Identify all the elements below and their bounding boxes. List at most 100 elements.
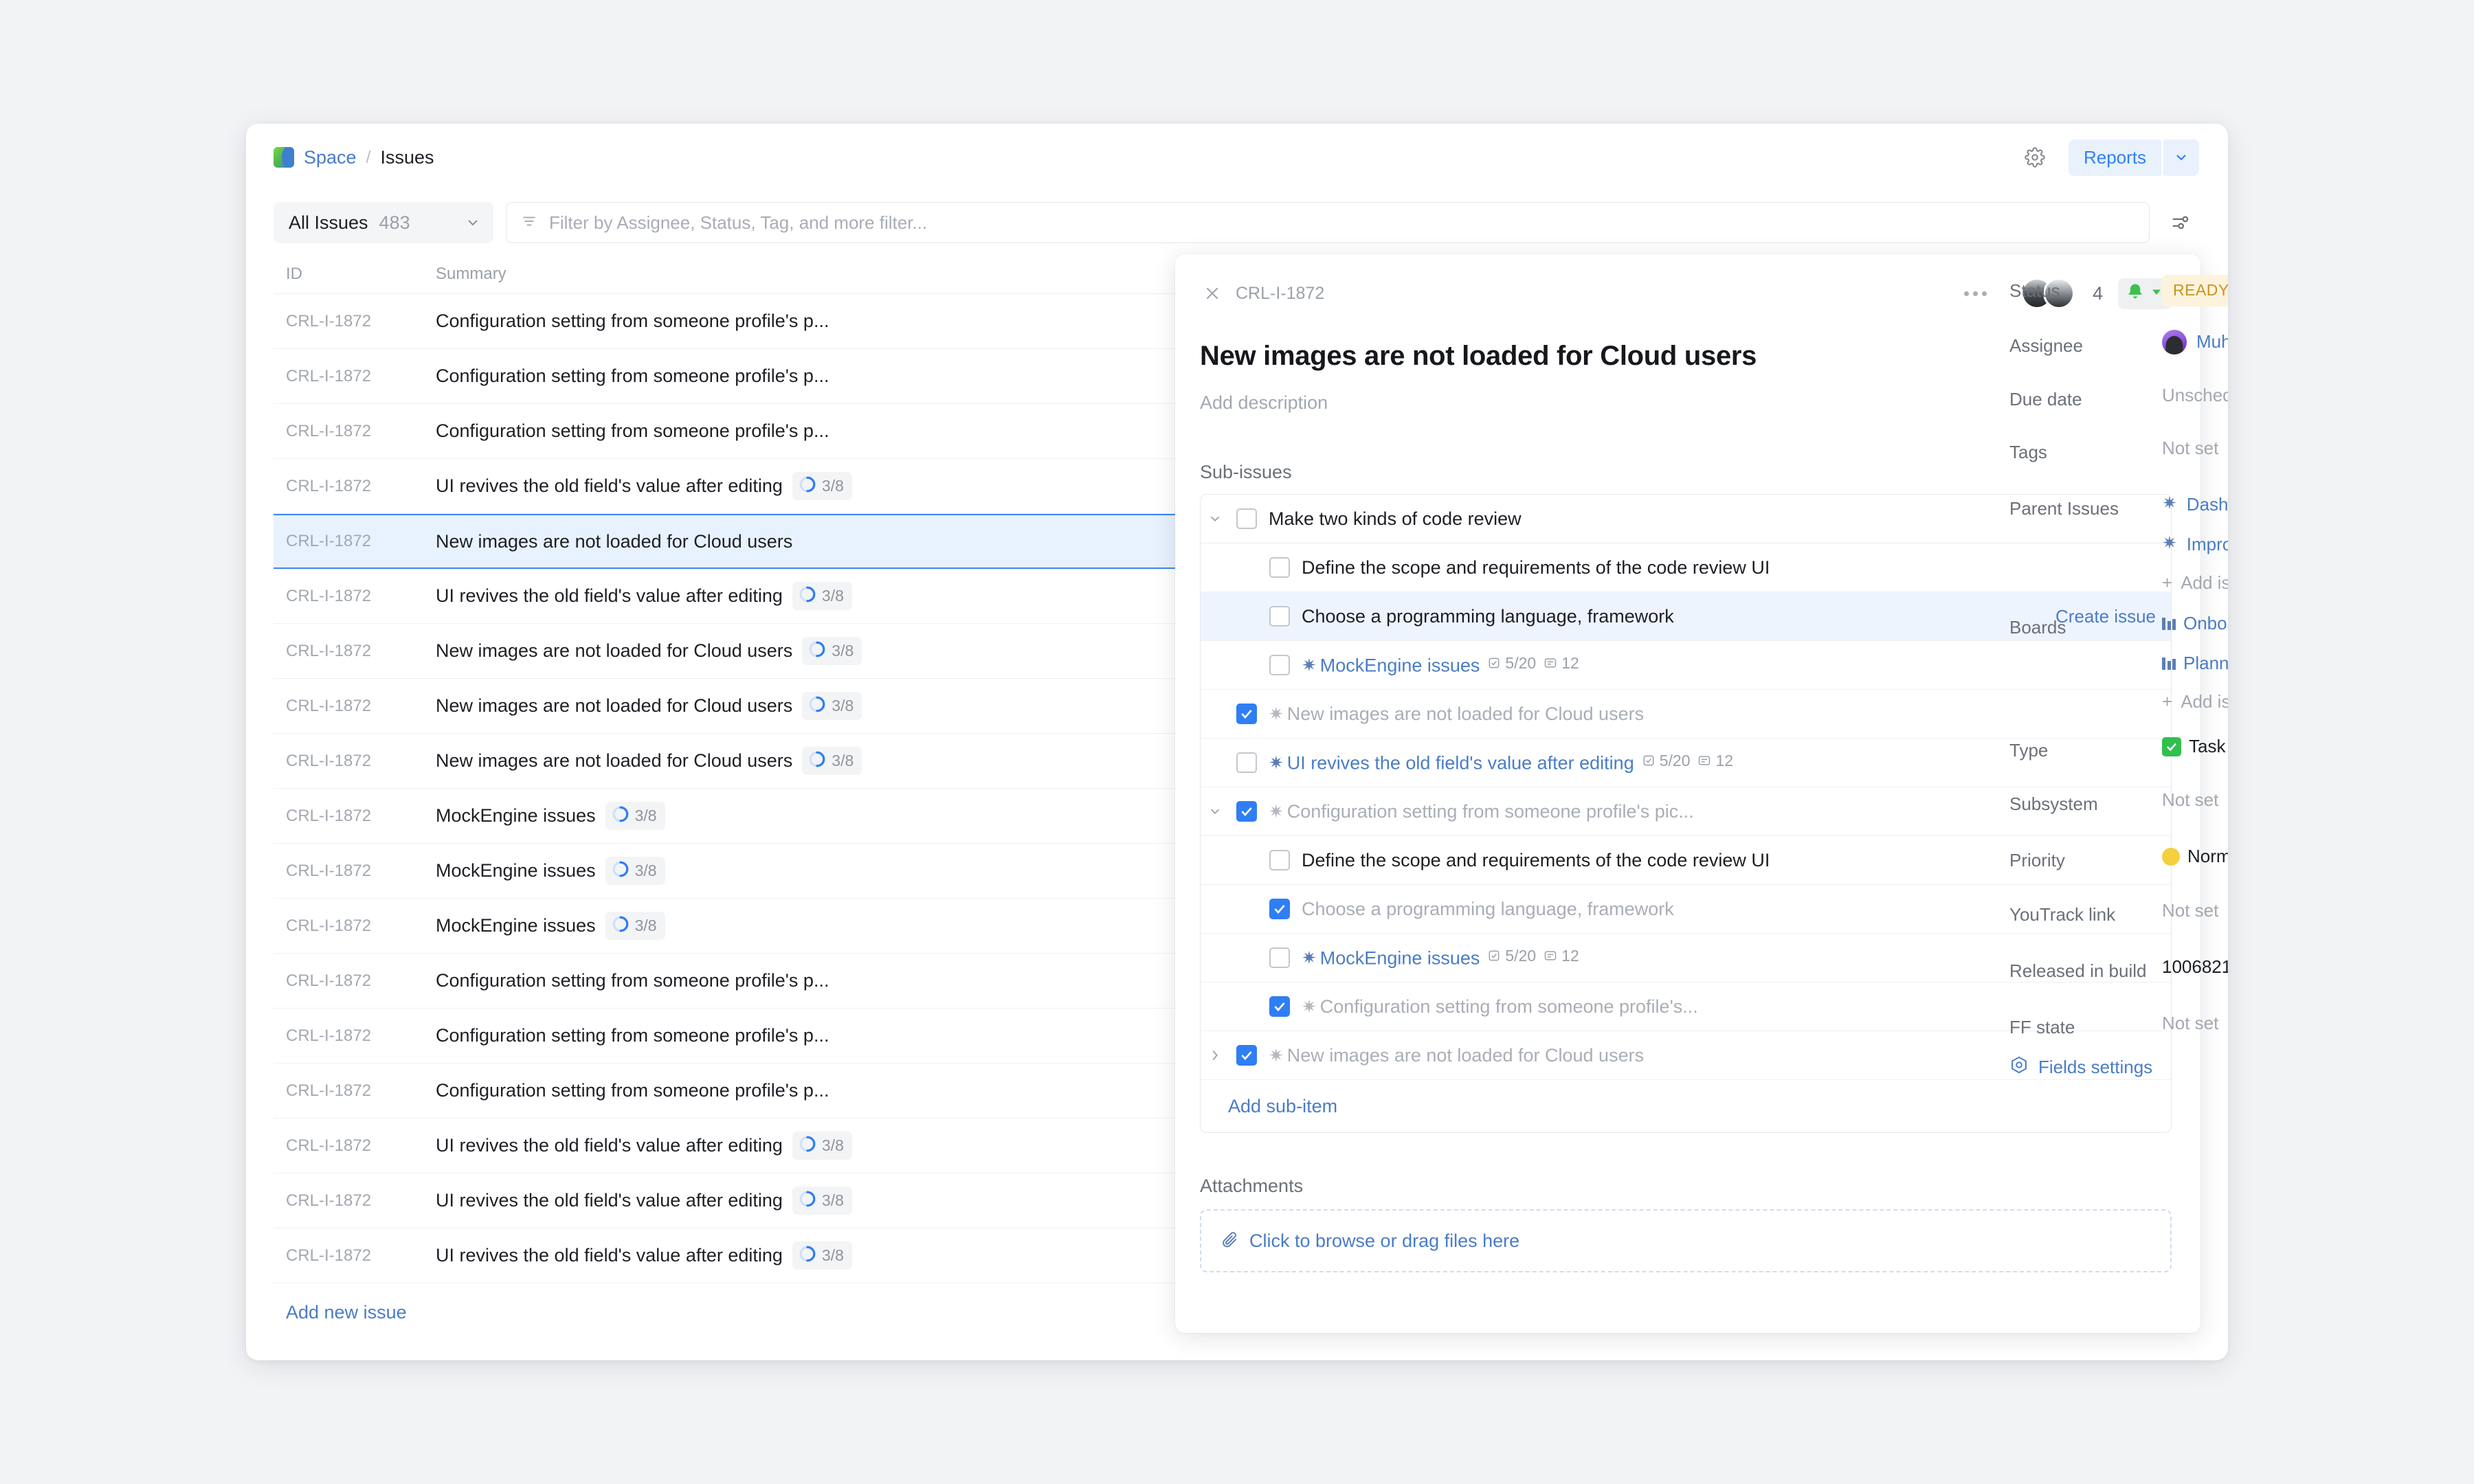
table-row[interactable]: CRL-I-1872Configuration setting from som…: [274, 1009, 1181, 1064]
field-label-assignee: Assignee: [2009, 330, 2162, 359]
row-summary: Configuration setting from someone profi…: [436, 1025, 829, 1046]
status-badge[interactable]: READY TO DEV: [2162, 275, 2228, 306]
subissue-checkbox[interactable]: [1236, 1045, 1257, 1066]
board-label: Onboarding: [2183, 611, 2228, 636]
assignee-value[interactable]: Muhannad Helvaci: [2162, 330, 2228, 355]
field-label-status: Status: [2009, 275, 2162, 306]
tags-value[interactable]: Not set: [2162, 436, 2218, 465]
search-input[interactable]: Filter by Assignee, Status, Tag, and mor…: [506, 202, 2150, 243]
row-issue-id: CRL-I-1872: [286, 971, 436, 991]
table-row[interactable]: CRL-I-1872UI revives the old field's val…: [274, 459, 1181, 514]
breadcrumb-space-link[interactable]: Space: [304, 147, 357, 168]
asterisk-icon: ✷: [2162, 532, 2177, 554]
board-item[interactable]: Onboarding: [2162, 611, 2228, 636]
column-header-summary: Summary: [436, 265, 506, 284]
add-board-button[interactable]: + Add issue: [2162, 691, 2228, 712]
priority-dot-icon: [2162, 848, 2180, 866]
gear-icon[interactable]: [2020, 143, 2049, 172]
subissue-checkbox[interactable]: [1269, 899, 1290, 919]
subissue-checks-count: 5/20: [1505, 947, 1536, 965]
progress-ring-icon: [808, 695, 826, 717]
table-row[interactable]: CRL-I-1872New images are not loaded for …: [274, 514, 1181, 569]
add-new-issue-row[interactable]: Add new issue: [274, 1283, 1181, 1341]
chevron-right-icon[interactable]: [1201, 1048, 1229, 1063]
type-value[interactable]: Task: [2162, 734, 2225, 759]
subissue-checkbox[interactable]: [1269, 850, 1290, 870]
reports-dropdown-chevron-down-icon[interactable]: [2163, 139, 2199, 176]
subissue-comments-meta: 12: [1544, 947, 1579, 965]
subissue-checkbox[interactable]: [1269, 606, 1290, 627]
table-row[interactable]: CRL-I-1872MockEngine issues3/8: [274, 789, 1181, 844]
table-row[interactable]: CRL-I-1872UI revives the old field's val…: [274, 1173, 1181, 1228]
row-issue-id: CRL-I-1872: [286, 532, 436, 551]
kanban-board-icon: [2162, 657, 2176, 670]
add-sub-item-row[interactable]: Add sub-item: [1201, 1080, 2171, 1132]
field-type: Type Task: [2009, 734, 2228, 763]
progress-count: 3/8: [822, 477, 844, 495]
table-row[interactable]: CRL-I-1872UI revives the old field's val…: [274, 569, 1181, 624]
subissue-label: Define the scope and requirements of the…: [1302, 850, 1770, 870]
field-priority: Priority Normal (default): [2009, 844, 2228, 873]
subissue-label: New images are not loaded for Cloud user…: [1287, 1045, 1644, 1066]
table-row[interactable]: CRL-I-1872New images are not loaded for …: [274, 679, 1181, 734]
subissue-checkbox[interactable]: [1269, 947, 1290, 968]
table-row[interactable]: CRL-I-1872Configuration setting from som…: [274, 294, 1181, 349]
field-label-due-date: Due date: [2009, 383, 2162, 412]
table-row[interactable]: CRL-I-1872MockEngine issues3/8: [274, 844, 1181, 899]
fields-settings-button[interactable]: Fields settings: [2009, 1055, 2228, 1079]
subissue-comments-count: 12: [1715, 752, 1733, 770]
table-row[interactable]: CRL-I-1872MockEngine issues3/8: [274, 899, 1181, 954]
table-row[interactable]: CRL-I-1872Configuration setting from som…: [274, 404, 1181, 459]
field-label-ff-state: FF state: [2009, 1011, 2162, 1040]
priority-value[interactable]: Normal (default): [2162, 844, 2228, 869]
row-issue-id: CRL-I-1872: [286, 917, 436, 936]
kanban-board-icon: [2162, 618, 2176, 630]
released-in-build-value[interactable]: 1006821: [2162, 955, 2228, 984]
more-horizontal-icon[interactable]: [1961, 286, 1990, 302]
row-issue-id: CRL-I-1872: [286, 312, 436, 331]
due-date-value[interactable]: Unscheduled: [2162, 383, 2228, 412]
close-icon[interactable]: [1200, 281, 1225, 306]
ff-state-value[interactable]: Not set: [2162, 1011, 2218, 1040]
subissue-checkbox[interactable]: [1236, 801, 1257, 822]
chevron-down-icon[interactable]: [1201, 804, 1229, 819]
asterisk-icon: ✷: [1302, 655, 1317, 675]
progress-badge: 3/8: [792, 582, 852, 610]
subsystem-value[interactable]: Not set: [2162, 788, 2218, 817]
subissue-checkbox[interactable]: [1269, 996, 1290, 1017]
reports-button[interactable]: Reports: [2069, 139, 2161, 176]
field-label-boards: Boards: [2009, 611, 2162, 712]
subissue-checkbox[interactable]: [1236, 752, 1257, 773]
chevron-down-icon[interactable]: [1201, 511, 1229, 526]
table-row[interactable]: CRL-I-1872UI revives the old field's val…: [274, 1118, 1181, 1173]
sliders-icon[interactable]: [2162, 204, 2199, 241]
table-row[interactable]: CRL-I-1872Configuration setting from som…: [274, 1064, 1181, 1118]
subissue-checkbox[interactable]: [1236, 704, 1257, 724]
progress-ring-icon: [799, 1135, 816, 1156]
parent-issue-label: Dashboard, Meta Issue: [2187, 493, 2228, 517]
table-row[interactable]: CRL-I-1872UI revives the old field's val…: [274, 1228, 1181, 1283]
priority-label: Normal (default): [2187, 844, 2228, 869]
table-row[interactable]: CRL-I-1872Configuration setting from som…: [274, 954, 1181, 1009]
board-item[interactable]: Planning / Sprint #45: [2162, 651, 2228, 676]
table-row[interactable]: CRL-I-1872New images are not loaded for …: [274, 734, 1181, 789]
table-row[interactable]: CRL-I-1872New images are not loaded for …: [274, 624, 1181, 679]
subissue-checkbox[interactable]: [1236, 508, 1257, 529]
parent-issue-item[interactable]: ✷ Improving first steps...: [2162, 532, 2228, 557]
asterisk-icon: ✷: [1269, 801, 1284, 822]
progress-count: 3/8: [635, 917, 657, 935]
boards-values: Onboarding Planning / Sprint #45 + Add i…: [2162, 611, 2228, 712]
row-summary: Configuration setting from someone profi…: [436, 1080, 829, 1101]
youtrack-link-value[interactable]: Not set: [2162, 899, 2218, 928]
parent-issue-item[interactable]: ✷ Dashboard, Meta Issue: [2162, 493, 2228, 517]
add-parent-issue-button[interactable]: + Add issue: [2162, 572, 2228, 594]
subissue-checkbox[interactable]: [1269, 655, 1290, 675]
progress-ring-icon: [612, 805, 629, 827]
saved-search-selector[interactable]: All Issues 483: [274, 202, 493, 243]
table-row[interactable]: CRL-I-1872Configuration setting from som…: [274, 349, 1181, 404]
attachments-dropzone[interactable]: Click to browse or drag files here: [1200, 1209, 2172, 1272]
add-board-label: Add issue: [2181, 691, 2228, 712]
subissue-comments-meta: 12: [1544, 654, 1579, 673]
subissue-checkbox[interactable]: [1269, 557, 1290, 578]
column-header-id: ID: [286, 265, 436, 284]
